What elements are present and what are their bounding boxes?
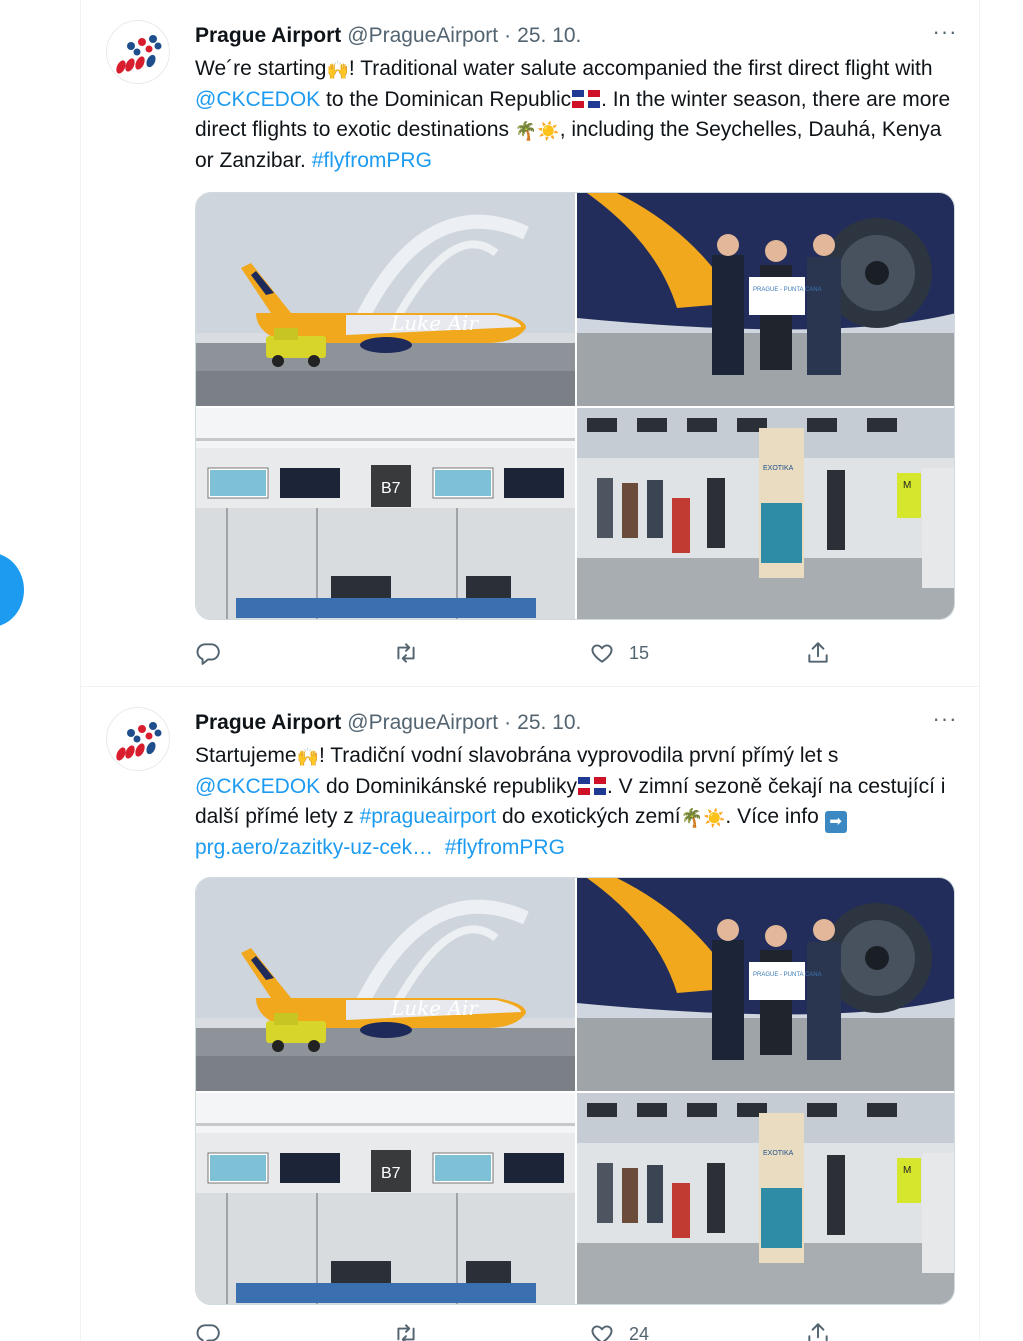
retweet-icon [397,643,415,663]
share-button[interactable] [805,1321,831,1341]
photo-water-salute[interactable]: Luke Air [196,193,575,406]
like-icon [591,644,613,663]
marker-text: M [903,1165,911,1176]
like-button[interactable]: 24 [589,1321,649,1341]
reply-button[interactable] [195,1321,221,1341]
checkin-image: EXOTIKA M [577,1093,954,1304]
tweet-header: Prague Airport @PragueAirport · 25. 10. … [195,708,960,737]
gate-label: B7 [381,480,401,497]
photo-checkin[interactable]: EXOTIKA M [577,408,954,619]
like-icon [591,1325,613,1341]
share-icon [808,642,828,663]
sun-emoji-icon: ☀️ [537,121,560,141]
airline-text: Luke Air [390,311,479,335]
mention-link[interactable]: @CKCEDOK [195,775,320,798]
photo-water-salute[interactable]: Luke Air [196,878,575,1091]
photo-ceremony[interactable]: PRAGUE - PUNTA CANA [577,878,954,1091]
more-icon[interactable]: ··· [930,708,960,737]
photo-checkin[interactable]: EXOTIKA M [577,1093,954,1304]
like-count: 15 [629,642,650,663]
media-grid: Luke Air PRAGUE - PUNTA CANA B7 EXOTIKA … [195,192,955,620]
photo-gate[interactable]: B7 [196,408,575,619]
gate-image: B7 [196,408,575,619]
water-salute-image: Luke Air [196,193,575,406]
author-handle[interactable]: @PragueAirport [347,711,498,735]
avatar[interactable] [106,707,170,771]
more-icon[interactable]: ··· [930,21,960,50]
gate-image: B7 [196,1093,575,1304]
text-part: ! Tradiční vodní slavobrána vyprovodila … [318,744,839,767]
marker-text: M [903,480,911,491]
tweet-actions: 24 [195,1319,835,1341]
text-part: We´re starting [195,57,327,80]
author-handle[interactable]: @PragueAirport [347,24,498,48]
gate-label: B7 [381,1165,401,1182]
mention-link[interactable]: @CKCEDOK [195,88,320,111]
banner-text: EXOTIKA [763,465,794,472]
tweet-header: Prague Airport @PragueAirport · 25. 10. … [195,21,960,50]
separator: · [504,711,512,734]
hashtag-link[interactable]: #flyfromPRG [445,836,565,859]
ceremony-image: PRAGUE - PUNTA CANA [577,193,954,406]
like-button[interactable]: 15 [589,640,649,666]
ceremony-image: PRAGUE - PUNTA CANA [577,878,954,1091]
reply-icon [196,1324,220,1341]
like-count: 24 [629,1323,650,1341]
text-part: Startujeme [195,744,297,767]
sign-text: PRAGUE - PUNTA CANA [753,287,822,293]
checkin-image: EXOTIKA M [577,408,954,619]
dominican-flag-icon [572,90,601,108]
text-part: to the Dominican Republic [320,88,572,111]
right-arrow-emoji-icon: ➡ [824,811,847,833]
tweet-text: We´re starting🙌! Traditional water salut… [195,54,965,176]
sun-emoji-icon: ☀️ [702,808,726,828]
tweet-text: Startujeme🙌! Tradiční vodní slavobrána v… [195,741,965,863]
palm-tree-emoji-icon: 🌴 [680,808,703,828]
sign-text: PRAGUE - PUNTA CANA [753,972,822,978]
text-part: do exotických zemí [496,805,681,828]
compose-tweet-button[interactable] [0,553,24,627]
tweet-date[interactable]: 25. 10. [517,711,581,735]
text-part: . Více info [725,805,825,828]
tweet-date[interactable]: 25. 10. [517,24,581,48]
media-grid: Luke Air PRAGUE - PUNTA CANA B7 EXOTIKA … [195,877,955,1305]
dominican-flag-icon [577,777,606,795]
airline-text: Luke Air [390,996,479,1020]
prague-airport-logo-icon [116,35,162,74]
photo-gate[interactable]: B7 [196,1093,575,1304]
retweet-icon [397,1324,415,1341]
retweet-button[interactable] [393,640,419,666]
text-part: ! Traditional water salute accompanied t… [348,57,933,80]
separator: · [504,24,512,47]
tweet-actions: 15 [195,638,835,668]
text-part: do Dominikánské republiky [320,775,577,798]
water-salute-image: Luke Air [196,878,575,1091]
banner-text: EXOTIKA [763,1150,794,1157]
hashtag-link[interactable]: #pragueairport [360,805,497,828]
retweet-button[interactable] [393,1321,419,1341]
tweet[interactable]: Prague Airport @PragueAirport · 25. 10. … [80,687,980,1341]
avatar[interactable] [106,20,170,84]
share-button[interactable] [805,640,831,666]
reply-icon [196,643,220,665]
raising-hands-emoji-icon: 🙌 [296,747,319,767]
author-name[interactable]: Prague Airport [195,24,341,48]
url-link[interactable]: prg.aero/zazitky-uz-cek… [195,836,433,859]
palm-tree-emoji-icon: 🌴 [514,121,538,141]
tweet[interactable]: Prague Airport @PragueAirport · 25. 10. … [80,0,980,687]
author-name[interactable]: Prague Airport [195,711,341,735]
prague-airport-logo-icon [116,722,162,761]
raising-hands-emoji-icon: 🙌 [326,60,349,80]
hashtag-link[interactable]: #flyfromPRG [312,149,432,172]
photo-ceremony[interactable]: PRAGUE - PUNTA CANA [577,193,954,406]
share-icon [808,1323,828,1341]
reply-button[interactable] [195,640,221,666]
